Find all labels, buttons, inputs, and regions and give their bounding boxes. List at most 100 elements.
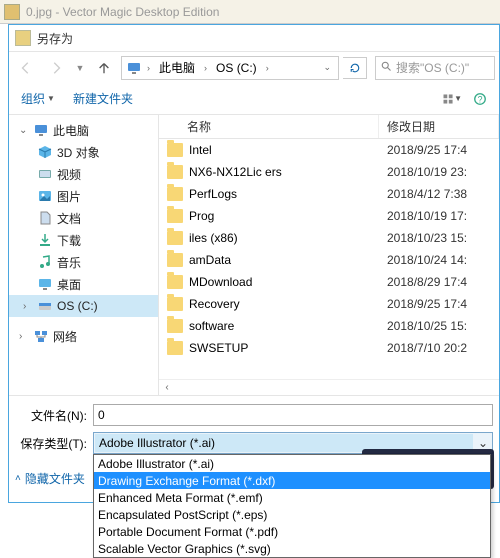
folder-icon xyxy=(167,275,183,289)
folder-icon xyxy=(167,297,183,311)
folder-icon xyxy=(167,319,183,333)
filetype-option[interactable]: Portable Document Format (*.pdf) xyxy=(94,523,490,540)
chevron-up-icon: ˄ xyxy=(15,473,21,484)
file-row[interactable]: Intel2018/9/25 17:4 xyxy=(159,139,499,161)
svg-text:?: ? xyxy=(478,94,483,104)
folder-icon xyxy=(167,341,183,355)
refresh-icon xyxy=(349,62,361,74)
refresh-button[interactable] xyxy=(343,57,367,79)
column-date[interactable]: 修改日期 xyxy=(379,115,499,138)
horizontal-scrollbar[interactable]: ‹ xyxy=(159,379,499,395)
tree-item-desktop[interactable]: 桌面 xyxy=(9,273,158,295)
arrow-up-icon xyxy=(97,61,111,75)
file-row[interactable]: iles (x86)2018/10/23 15: xyxy=(159,227,499,249)
video-icon xyxy=(37,166,53,182)
tree-item-documents[interactable]: 文档 xyxy=(9,207,158,229)
navigation-pane[interactable]: ⌄ 此电脑 3D 对象 视频 图片 文档 下载 xyxy=(9,115,159,395)
app-icon xyxy=(4,4,20,20)
nav-forward-button[interactable] xyxy=(43,56,69,80)
filetype-option[interactable]: Scalable Vector Graphics (*.svg) xyxy=(94,540,490,557)
document-icon xyxy=(37,210,53,226)
address-bar: ▼ › 此电脑 › OS (C:) › ⌄ 搜索"OS (C:)" xyxy=(9,51,499,83)
filetype-label: 保存类型(T): xyxy=(15,435,93,452)
nav-up-button[interactable] xyxy=(91,56,117,80)
file-row[interactable]: software2018/10/25 15: xyxy=(159,315,499,337)
file-row[interactable]: PerfLogs2018/4/12 7:38 xyxy=(159,183,499,205)
folder-icon xyxy=(167,209,183,223)
new-folder-button[interactable]: 新建文件夹 xyxy=(69,86,137,111)
expand-icon[interactable]: › xyxy=(19,331,29,342)
folder-icon xyxy=(167,253,183,267)
chevron-right-icon[interactable]: › xyxy=(201,63,210,73)
tree-network[interactable]: › 网络 xyxy=(9,325,158,347)
filetype-option[interactable]: Enhanced Meta Format (*.emf) xyxy=(94,489,490,506)
desktop-icon xyxy=(37,276,53,292)
arrow-left-icon xyxy=(19,61,33,75)
breadcrumb-this-pc[interactable]: 此电脑 xyxy=(155,57,199,78)
breadcrumb-drive[interactable]: OS (C:) xyxy=(212,59,261,77)
file-row[interactable]: Recovery2018/9/25 17:4 xyxy=(159,293,499,315)
folder-icon xyxy=(167,231,183,245)
filename-label: 文件名(N): xyxy=(15,407,93,424)
filetype-option[interactable]: Encapsulated PostScript (*.eps) xyxy=(94,506,490,523)
monitor-icon xyxy=(33,122,49,138)
arrow-right-icon xyxy=(49,61,63,75)
save-as-dialog: 另存为 ▼ › 此电脑 › OS (C:) › ⌄ 搜 xyxy=(8,24,500,503)
file-row[interactable]: Prog2018/10/19 17: xyxy=(159,205,499,227)
scroll-left-icon[interactable]: ‹ xyxy=(159,380,175,395)
nav-back-button[interactable] xyxy=(13,56,39,80)
filetype-option[interactable]: Adobe Illustrator (*.ai) xyxy=(94,455,490,472)
view-icon xyxy=(442,92,454,106)
file-list: 名称 修改日期 Intel2018/9/25 17:4NX6-NX12Lic e… xyxy=(159,115,499,395)
bottom-panel: 文件名(N): 0 保存类型(T): Adobe Illustrator (*.… xyxy=(9,395,499,468)
app-titlebar: 0.jpg - Vector Magic Desktop Edition xyxy=(0,0,500,24)
dialog-titlebar[interactable]: 另存为 xyxy=(9,25,499,51)
tree-item-music[interactable]: 音乐 xyxy=(9,251,158,273)
view-options-button[interactable]: ▼ xyxy=(441,88,463,110)
search-input[interactable]: 搜索"OS (C:)" xyxy=(375,56,495,80)
monitor-icon xyxy=(126,60,142,76)
help-icon: ? xyxy=(473,92,487,106)
help-button[interactable]: ? xyxy=(469,88,491,110)
chevron-down-icon: ▼ xyxy=(47,94,55,103)
save-icon xyxy=(15,30,31,46)
tree-item-downloads[interactable]: 下载 xyxy=(9,229,158,251)
column-name[interactable]: 名称 xyxy=(179,115,379,138)
picture-icon xyxy=(37,188,53,204)
app-title: 0.jpg - Vector Magic Desktop Edition xyxy=(26,5,219,19)
chevron-right-icon[interactable]: › xyxy=(263,63,272,73)
list-header[interactable]: 名称 修改日期 xyxy=(159,115,499,139)
folder-icon xyxy=(167,187,183,201)
organize-button[interactable]: 组织▼ xyxy=(17,86,59,111)
tree-item-pictures[interactable]: 图片 xyxy=(9,185,158,207)
folder-icon xyxy=(167,165,183,179)
search-icon xyxy=(380,60,392,75)
download-icon xyxy=(37,232,53,248)
hide-folders-button[interactable]: ˄ 隐藏文件夹 xyxy=(15,470,85,487)
dialog-title: 另存为 xyxy=(37,30,73,47)
file-row[interactable]: SWSETUP2018/7/10 20:2 xyxy=(159,337,499,359)
recent-locations-button[interactable]: ▼ xyxy=(73,56,87,80)
chevron-down-icon[interactable]: ⌄ xyxy=(320,62,334,73)
expand-icon[interactable]: › xyxy=(23,301,33,312)
folder-icon xyxy=(167,143,183,157)
cube-icon xyxy=(37,144,53,160)
network-icon xyxy=(33,328,49,344)
filetype-option[interactable]: Drawing Exchange Format (*.dxf) xyxy=(94,472,490,489)
toolbar: 组织▼ 新建文件夹 ▼ ? xyxy=(9,83,499,115)
filename-input[interactable]: 0 xyxy=(93,404,493,426)
tree-item-videos[interactable]: 视频 xyxy=(9,163,158,185)
file-row[interactable]: amData2018/10/24 14: xyxy=(159,249,499,271)
breadcrumb[interactable]: › 此电脑 › OS (C:) › ⌄ xyxy=(121,56,339,80)
tree-this-pc[interactable]: ⌄ 此电脑 xyxy=(9,119,158,141)
file-row[interactable]: MDownload2018/8/29 17:4 xyxy=(159,271,499,293)
tree-item-3d-objects[interactable]: 3D 对象 xyxy=(9,141,158,163)
tree-item-os-c[interactable]: › OS (C:) xyxy=(9,295,158,317)
file-list-body[interactable]: Intel2018/9/25 17:4NX6-NX12Lic ers2018/1… xyxy=(159,139,499,379)
collapse-icon[interactable]: ⌄ xyxy=(19,125,29,136)
chevron-right-icon[interactable]: › xyxy=(144,63,153,73)
search-placeholder: 搜索"OS (C:)" xyxy=(396,59,469,76)
file-row[interactable]: NX6-NX12Lic ers2018/10/19 23: xyxy=(159,161,499,183)
disk-icon xyxy=(37,298,53,314)
filetype-dropdown-list[interactable]: Adobe Illustrator (*.ai)Drawing Exchange… xyxy=(93,454,491,558)
